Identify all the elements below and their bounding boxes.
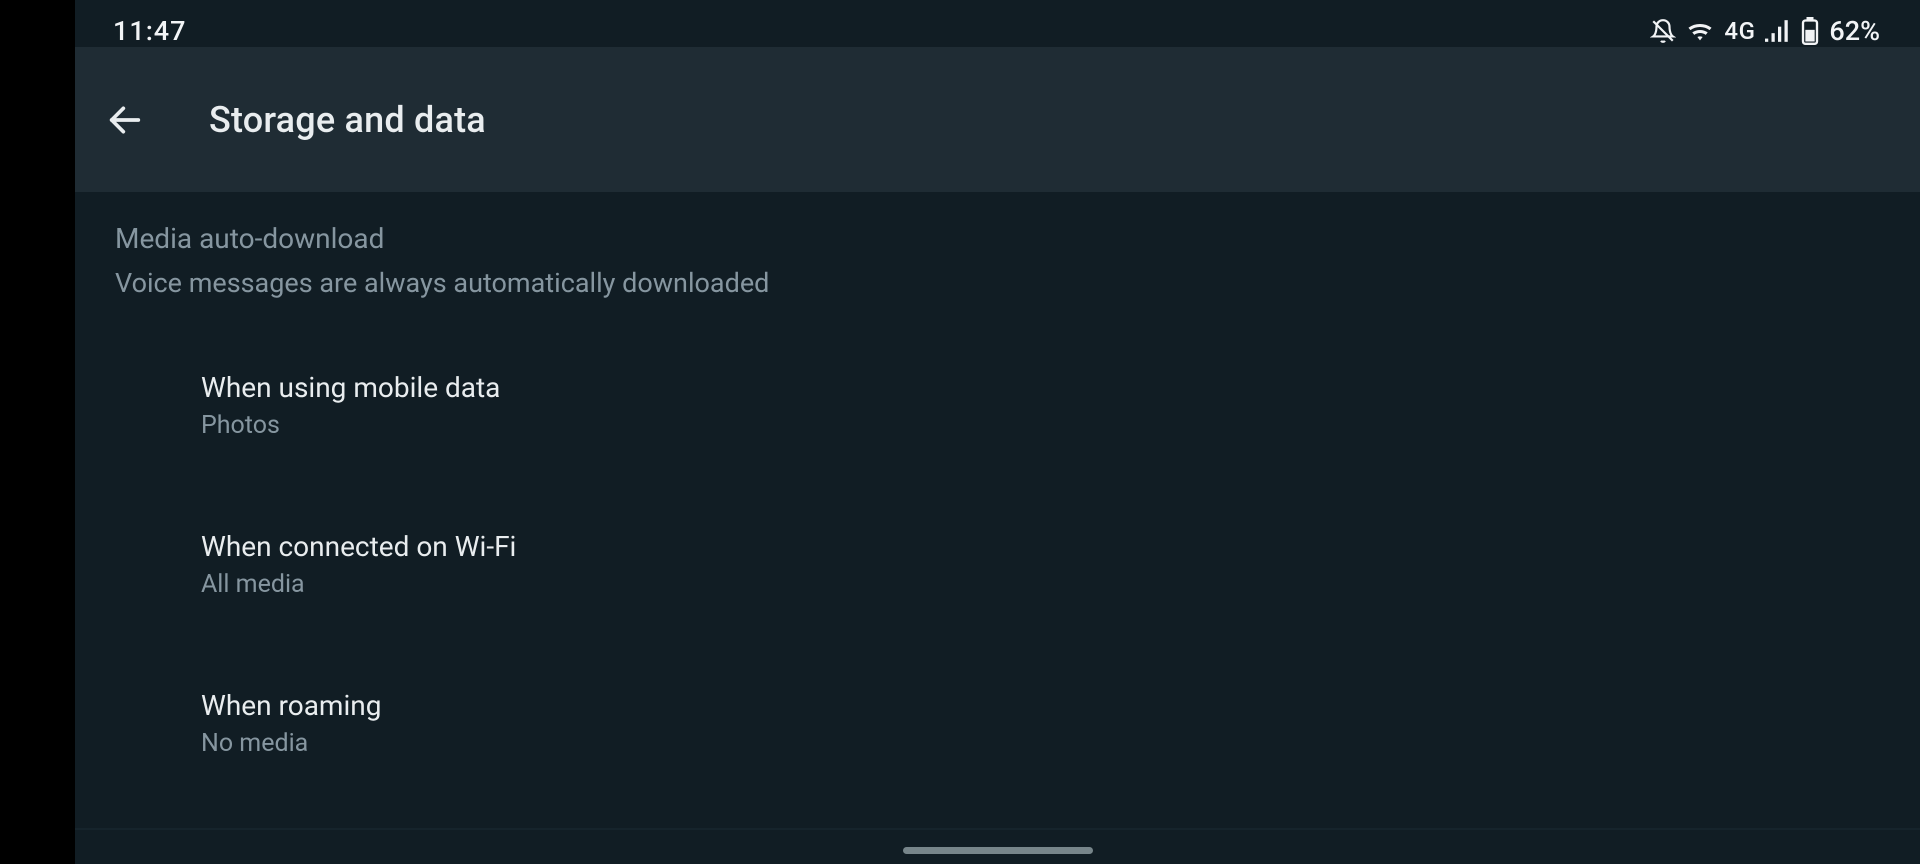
setting-title: When connected on Wi-Fi <box>201 530 1880 563</box>
bottom-divider <box>75 828 1920 830</box>
status-time: 11:47 <box>113 15 187 47</box>
status-bar: 11:47 4G <box>75 0 1920 47</box>
setting-wifi[interactable]: When connected on Wi-Fi All media <box>75 508 1920 621</box>
settings-list: When using mobile data Photos When conne… <box>75 299 1920 780</box>
setting-value: No media <box>201 729 1880 758</box>
section-header: Media auto-download Voice messages are a… <box>75 192 1920 299</box>
gesture-nav-pill[interactable] <box>903 847 1093 854</box>
setting-title: When roaming <box>201 689 1880 722</box>
signal-icon <box>1765 20 1791 42</box>
settings-content: Media auto-download Voice messages are a… <box>75 192 1920 780</box>
back-button[interactable] <box>97 92 153 148</box>
battery-icon <box>1801 17 1819 45</box>
phone-screen: 11:47 4G <box>75 0 1920 864</box>
setting-mobile-data[interactable]: When using mobile data Photos <box>75 349 1920 462</box>
app-bar: Storage and data <box>75 47 1920 192</box>
network-type-label: 4G <box>1724 17 1755 45</box>
page-title: Storage and data <box>209 99 486 141</box>
section-subtitle: Voice messages are always automatically … <box>115 267 1880 299</box>
wifi-icon <box>1686 20 1714 42</box>
status-indicators: 4G 62% <box>1650 15 1880 47</box>
arrow-left-icon <box>105 100 145 140</box>
mute-icon <box>1650 18 1676 44</box>
setting-title: When using mobile data <box>201 371 1880 404</box>
setting-roaming[interactable]: When roaming No media <box>75 667 1920 780</box>
battery-percentage: 62% <box>1829 15 1880 47</box>
setting-value: All media <box>201 570 1880 599</box>
setting-value: Photos <box>201 411 1880 440</box>
section-title: Media auto-download <box>115 222 1880 255</box>
